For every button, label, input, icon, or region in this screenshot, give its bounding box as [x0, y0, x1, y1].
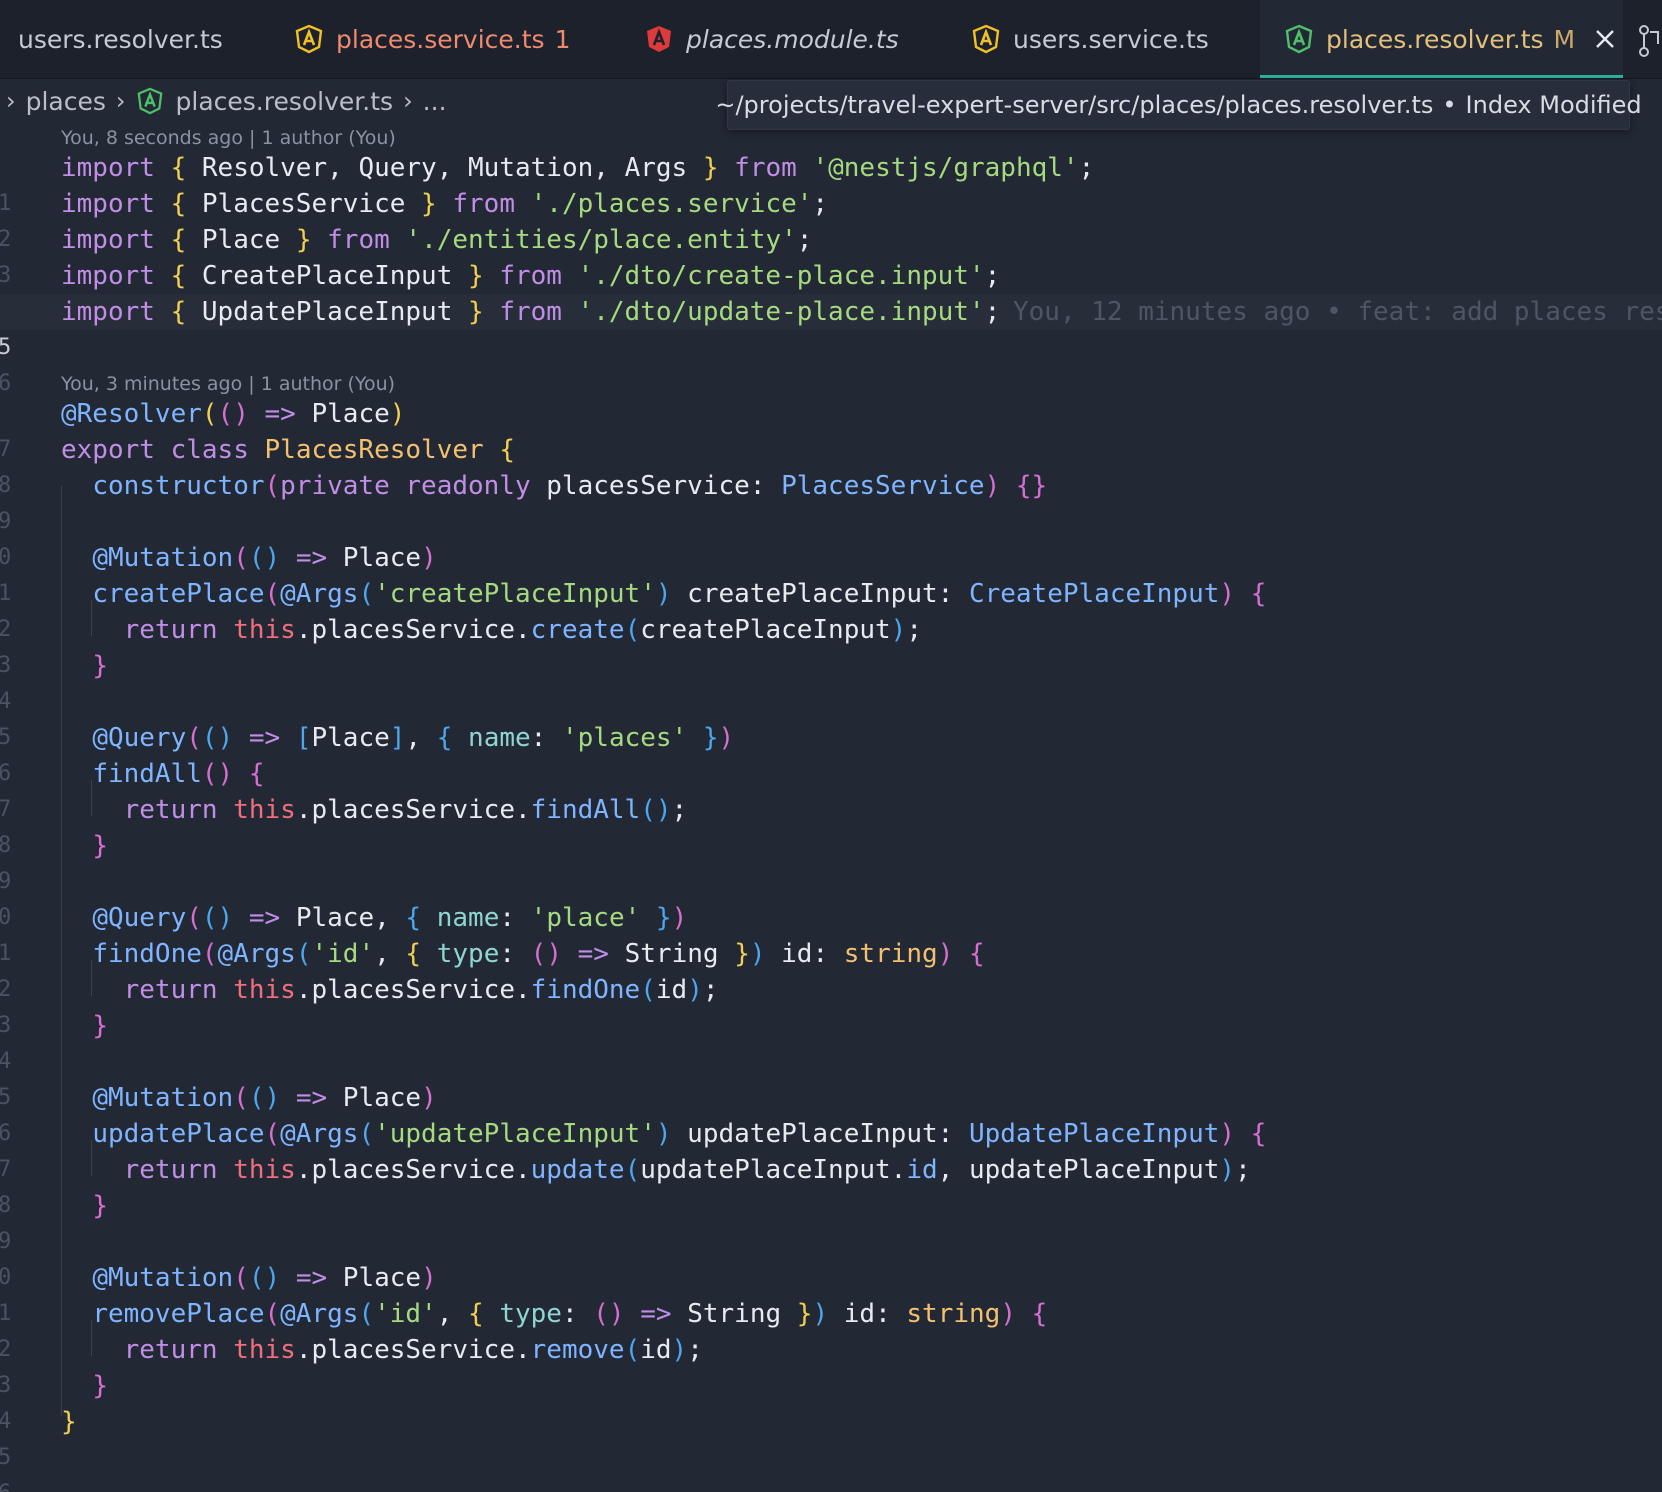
tab-places-service[interactable]: places.service.ts 1 [278, 0, 624, 78]
tab-label: places.resolver.ts [1326, 24, 1544, 54]
code-line: 1 @Mutation(() => Place) [0, 1260, 1662, 1326]
tab-users-service[interactable]: users.service.ts [955, 0, 1271, 78]
code-line: 9 constructor(private readonly placesSer… [0, 468, 1662, 534]
tab-label: places.service.ts [336, 24, 545, 54]
code-line: 8 return this.placesService.findAll(); [0, 792, 1662, 858]
tab-users-resolver[interactable]: users.resolver.ts [0, 0, 280, 78]
code-line: 8 return this.placesService.update(updat… [0, 1152, 1662, 1218]
separator: • [1442, 91, 1457, 119]
editor-tab-bar: users.resolver.ts places.service.ts 1 pl… [0, 0, 1662, 79]
code-line: 6 [0, 1440, 1662, 1492]
code-line: 3 return this.placesService.remove(id); [0, 1332, 1662, 1398]
inline-git-blame: You, 12 minutes ago • feat: add places r… [1013, 297, 1662, 327]
tab-places-module[interactable]: places.module.ts [628, 0, 944, 78]
code-line: 0 [0, 504, 1662, 570]
code-line: 5 } [0, 1404, 1662, 1470]
file-path: ~/projects/travel-expert-server/src/plac… [715, 91, 1434, 119]
code-editor[interactable]: You, 8 seconds ago | 1 author (You) 1 im… [0, 122, 1662, 1492]
code-line: 3 import { Place } from './entities/plac… [0, 222, 1662, 288]
code-line: 4 } [0, 1008, 1662, 1074]
code-line: 7 @Resolver(() => Place) [0, 396, 1662, 462]
code-line: 6 @Query(() => [Place], { name: 'places'… [0, 720, 1662, 786]
tab-label: users.resolver.ts [18, 24, 223, 54]
code-line: 5 [0, 1044, 1662, 1110]
code-line: 4 } [0, 1368, 1662, 1434]
breadcrumb-folder[interactable]: places [26, 87, 106, 116]
modified-badge: M [1553, 24, 1576, 54]
code-line: 0 [0, 864, 1662, 930]
angular-service-icon [971, 24, 1001, 54]
code-editor-window: users.resolver.ts places.service.ts 1 pl… [0, 0, 1662, 1492]
code-line: 2 findOne(@Args('id', { type: () => Stri… [0, 936, 1662, 1002]
angular-service-icon [294, 24, 324, 54]
code-line: 4 import { CreatePlaceInput } from './dt… [0, 258, 1662, 324]
compare-changes-icon[interactable] [1636, 24, 1662, 58]
code-line: 2 removePlace(@Args('id', { type: () => … [0, 1296, 1662, 1362]
chevron-right-icon: › [115, 87, 126, 115]
code-line: 7 updatePlace(@Args('updatePlaceInput') … [0, 1116, 1662, 1182]
code-line: 6 @Mutation(() => Place) [0, 1080, 1662, 1146]
code-line: 0 [0, 1224, 1662, 1290]
code-line: 2 createPlace(@Args('createPlaceInput') … [0, 576, 1662, 642]
angular-resolver-icon [1284, 24, 1314, 54]
close-icon[interactable] [1593, 27, 1617, 51]
code-line: 6 [0, 330, 1662, 396]
line-number: 6 [0, 1476, 11, 1492]
code-line: 3 return this.placesService.create(creat… [0, 612, 1662, 678]
git-status: Index Modified [1465, 91, 1642, 119]
code-line: 9 } [0, 828, 1662, 894]
code-line: 2 import { PlacesService } from './place… [0, 186, 1662, 252]
code-line: 1 @Mutation(() => Place) [0, 540, 1662, 606]
code-line: 4 } [0, 648, 1662, 714]
code-line: 7 findAll() { [0, 756, 1662, 822]
code-line: 9 } [0, 1188, 1662, 1254]
code-line: 3 return this.placesService.findOne(id); [0, 972, 1662, 1038]
breadcrumb-file[interactable]: places.resolver.ts [176, 87, 394, 116]
tab-label: users.service.ts [1013, 24, 1209, 54]
code-line: 1 import { Resolver, Query, Mutation, Ar… [0, 150, 1662, 216]
code-line: 1 @Query(() => Place, { name: 'place' }) [0, 900, 1662, 966]
problem-count-badge: 1 [554, 24, 571, 54]
code-line: 5 [0, 684, 1662, 750]
breadcrumb: › places › places.resolver.ts › ... [0, 80, 447, 122]
tab-label: places.module.ts [686, 24, 899, 54]
angular-resolver-icon [136, 87, 164, 115]
code-line: 8 export class PlacesResolver { [0, 432, 1662, 498]
chevron-right-icon: › [403, 87, 413, 115]
chevron-right-icon: › [6, 87, 16, 115]
breadcrumb-more[interactable]: ... [423, 87, 447, 116]
code-line-current: 5 import { UpdatePlaceInput } from './dt… [0, 294, 1662, 360]
tab-places-resolver[interactable]: places.resolver.ts M [1260, 0, 1623, 78]
angular-module-icon [644, 24, 674, 54]
